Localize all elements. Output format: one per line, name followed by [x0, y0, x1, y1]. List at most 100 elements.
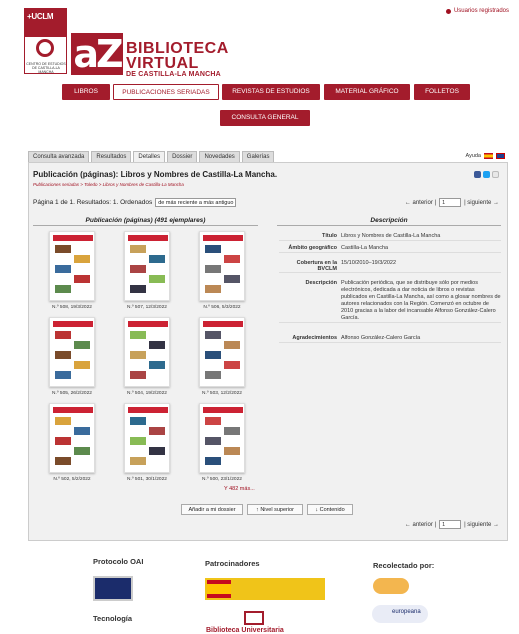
- issue-thumbnail[interactable]: [124, 317, 170, 387]
- issue-caption[interactable]: N.º 507, 12/3/2022: [117, 305, 177, 310]
- issue-thumbnail[interactable]: [49, 317, 95, 387]
- upper-level-button[interactable]: ↑ Nivel superior: [247, 504, 303, 515]
- tab-detalles[interactable]: Detalles: [133, 151, 166, 162]
- facebook-icon[interactable]: [474, 171, 481, 178]
- share-icon[interactable]: [492, 171, 499, 178]
- issue-thumbnail[interactable]: [49, 403, 95, 473]
- next-link-bottom[interactable]: | siguiente →: [464, 522, 499, 528]
- breadcrumb[interactable]: Publicaciones seriadas > Toledo > Libros…: [33, 182, 184, 187]
- uclm-short: +UCLM: [27, 12, 54, 21]
- field-label: Agradecimientos: [292, 335, 337, 341]
- thumbnail-image: [224, 427, 240, 435]
- thumbnail-image: [130, 351, 146, 359]
- issue-caption[interactable]: N.º 501, 30/1/2022: [117, 477, 177, 482]
- uclm-logo[interactable]: +UCLM CENTRO DE ESTUDIOS DE CASTILLA-LA …: [24, 8, 67, 74]
- description-row: Título Libros y Nombres de Castilla-La Ma…: [279, 233, 501, 241]
- issue-caption[interactable]: N.º 500, 23/1/2022: [192, 477, 252, 482]
- thumbnail-image: [149, 275, 165, 283]
- content-button[interactable]: ↓ Contenido: [307, 504, 353, 515]
- issue-caption[interactable]: N.º 505, 26/2/2022: [42, 391, 102, 396]
- issue-thumbnail[interactable]: [199, 403, 245, 473]
- thumbnail-image: [130, 417, 146, 425]
- issue-thumbnail[interactable]: [199, 231, 245, 301]
- detail-panel: Publicación (páginas): Libros y Nombres …: [28, 162, 508, 541]
- thumbnail-image: [130, 457, 146, 465]
- thumbnail-image: [74, 341, 90, 349]
- issue-caption[interactable]: N.º 504, 19/2/2022: [117, 391, 177, 396]
- field-value: Alfonso González-Calero García: [341, 335, 421, 341]
- field-value: 15/10/2010–19/3/2022: [341, 260, 397, 266]
- field-label: Título: [322, 233, 337, 239]
- prev-link[interactable]: ← anterior |: [405, 200, 436, 206]
- thumbnail-image: [130, 371, 146, 379]
- nav-publicaciones-seriadas[interactable]: PUBLICACIONES SERIADAS: [113, 84, 219, 100]
- issue-caption[interactable]: N.º 506, 5/3/2022: [192, 305, 252, 310]
- field-label: Descripción: [305, 280, 337, 286]
- thumbnail-image: [130, 437, 146, 445]
- issue-thumbnail[interactable]: [49, 231, 95, 301]
- page-input-bottom[interactable]: 1: [439, 520, 462, 529]
- thumbnail-header: [203, 407, 243, 413]
- sort-select[interactable]: de más reciente a más antiguo: [155, 198, 237, 207]
- oai-logo[interactable]: [93, 576, 133, 601]
- help-link[interactable]: Ayuda: [466, 153, 482, 159]
- library-icon: [244, 611, 264, 625]
- hispana-logo[interactable]: [373, 578, 409, 594]
- thumbnail-header: [128, 321, 168, 327]
- page-input[interactable]: 1: [439, 198, 462, 207]
- more-link[interactable]: Y 482 más...: [224, 486, 255, 492]
- thumbnail-image: [55, 371, 71, 379]
- tab-bar: Consulta avanzada Resultados Detalles Do…: [28, 151, 275, 162]
- thumbnail-image: [224, 255, 240, 263]
- thumbnail-image: [130, 285, 146, 293]
- field-value: Castilla-La Mancha: [341, 245, 389, 251]
- tab-consulta-avanzada[interactable]: Consulta avanzada: [28, 151, 90, 162]
- issue-thumbnail[interactable]: [199, 317, 245, 387]
- field-value: Publicación periódica, que se distribuye…: [341, 280, 501, 321]
- thumbnail-image: [149, 427, 165, 435]
- tab-novedades[interactable]: Novedades: [199, 151, 240, 162]
- university-library-label[interactable]: Biblioteca Universitaria: [206, 627, 284, 634]
- add-dossier-button[interactable]: Añadir a mi dossier: [181, 504, 243, 515]
- thumbnail-image: [224, 361, 240, 369]
- az-logo[interactable]: aZ: [71, 33, 124, 75]
- thumbnail-image: [149, 447, 165, 455]
- tab-resultados[interactable]: Resultados: [91, 151, 132, 162]
- prev-link-bottom[interactable]: ← anterior |: [405, 522, 436, 528]
- registered-users-link[interactable]: Usuarios registrados: [445, 8, 509, 14]
- thumbnail-header: [53, 321, 93, 327]
- thumbnail-image: [205, 245, 221, 253]
- page-nav-bottom: ← anterior | 1 | siguiente →: [405, 520, 499, 529]
- europeana-logo[interactable]: europeana: [372, 605, 428, 623]
- nav-libros[interactable]: LIBROS: [62, 84, 110, 100]
- issue-caption[interactable]: N.º 502, 5/2/2022: [42, 477, 102, 482]
- nav-material-grafico[interactable]: MATERIAL GRÁFICO: [324, 84, 410, 100]
- thumbnail-image: [205, 285, 221, 293]
- nav-consulta-general[interactable]: CONSULTA GENERAL: [220, 110, 310, 126]
- english-flag-icon[interactable]: [496, 153, 505, 159]
- thumbnail-image: [224, 341, 240, 349]
- issue-caption[interactable]: N.º 508, 19/3/2022: [42, 305, 102, 310]
- twitter-icon[interactable]: [483, 171, 490, 178]
- issue-thumbnail[interactable]: [124, 403, 170, 473]
- thumbnail-header: [203, 235, 243, 241]
- nav-folletos[interactable]: FOLLETOS: [414, 84, 470, 100]
- tab-dossier[interactable]: Dossier: [167, 151, 198, 162]
- tab-galerias[interactable]: Galerías: [241, 151, 275, 162]
- issue-thumbnail[interactable]: [124, 231, 170, 301]
- thumbnail-image: [149, 361, 165, 369]
- share-icons: [474, 171, 499, 178]
- thumbnail-image: [55, 457, 71, 465]
- next-link[interactable]: | siguiente →: [464, 200, 499, 206]
- site-title[interactable]: BIBLIOTECA VIRTUAL DE CASTILLA-LA MANCHA: [126, 41, 229, 79]
- thumbnail-image: [74, 361, 90, 369]
- thumbnail-header: [128, 407, 168, 413]
- pager: Página 1 de 1. Resultados: 1. Ordenados …: [33, 198, 237, 207]
- nav-revistas[interactable]: REVISTAS DE ESTUDIOS: [222, 84, 320, 100]
- thumbnail-image: [205, 331, 221, 339]
- issue-caption[interactable]: N.º 503, 12/2/2022: [192, 391, 252, 396]
- thumbnail-image: [205, 351, 221, 359]
- page-title: Publicación (páginas): Libros y Nombres …: [33, 170, 278, 179]
- description-row: Ámbito geográfico Castilla-La Mancha: [279, 245, 501, 253]
- spanish-flag-icon[interactable]: [484, 153, 493, 159]
